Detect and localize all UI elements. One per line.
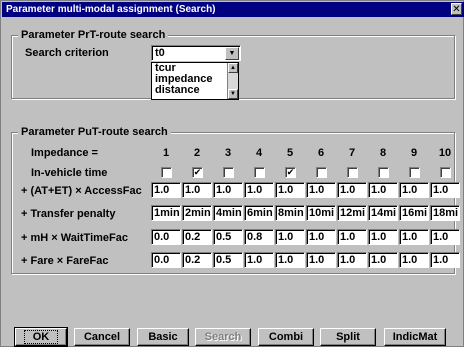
combi-button[interactable]: Combi [258, 328, 314, 346]
parameter-input-cell[interactable]: 1.0 [399, 182, 429, 198]
dialog-window: Parameter multi-modal assignment (Search… [0, 0, 464, 347]
dropdown-scrollbar[interactable]: ▲ ▼ [227, 63, 238, 99]
parameter-input-cell[interactable]: 1.0 [275, 182, 305, 198]
column-number: 2 [193, 147, 201, 159]
parameter-input-cell[interactable]: 1.0 [399, 252, 429, 268]
parameter-input-cell[interactable]: 1.0 [430, 252, 460, 268]
impedance-label: Impedance = [31, 147, 98, 159]
parameter-input-cell[interactable]: 0.8 [244, 229, 274, 245]
cancel-button[interactable]: Cancel [74, 328, 130, 346]
parameter-input-cell[interactable]: 0.0 [151, 252, 181, 268]
parameter-input-cell[interactable]: 1.0 [244, 252, 274, 268]
column-number: 5 [286, 147, 294, 159]
column-number: 1 [162, 147, 170, 159]
parameter-input-cell[interactable]: 1.0 [430, 182, 460, 198]
invehicle-time-checkbox[interactable] [161, 167, 172, 178]
parameter-input-cell[interactable]: 1.0 [368, 229, 398, 245]
prt-group-label: Parameter PrT-route search [18, 28, 169, 42]
parameter-input-cell[interactable]: 1.0 [213, 182, 243, 198]
parameter-input-cell[interactable]: 0.5 [213, 252, 243, 268]
parameter-input-cell[interactable]: 12mi [337, 205, 367, 221]
parameter-input-cell[interactable]: 0.0 [151, 229, 181, 245]
column-number: 9 [410, 147, 418, 159]
parameter-input-cell[interactable]: 0.5 [213, 229, 243, 245]
column-number: 3 [224, 147, 232, 159]
parameter-input-cell[interactable]: 1.0 [244, 182, 274, 198]
parameter-input-cell[interactable]: 1min [151, 205, 181, 221]
invehicle-time-checkbox[interactable] [378, 167, 389, 178]
parameter-row-label: + Transfer penalty [21, 208, 116, 220]
arrow-down-icon[interactable]: ▼ [228, 89, 238, 99]
parameter-input-cell[interactable]: 0.2 [182, 252, 212, 268]
invehicle-time-label: In-vehicle time [31, 167, 108, 179]
split-button[interactable]: Split [320, 328, 376, 346]
invehicle-time-checkbox[interactable] [223, 167, 234, 178]
parameter-input-cell[interactable]: 1.0 [306, 252, 336, 268]
chevron-down-icon[interactable]: ▼ [225, 47, 239, 60]
invehicle-time-checkbox[interactable]: ✔ [285, 167, 296, 178]
column-number: 8 [379, 147, 387, 159]
parameter-row-label: + (AT+ET) × AccessFac [21, 185, 142, 197]
column-number: 7 [348, 147, 356, 159]
parameter-row-label: + mH × WaitTimeFac [21, 232, 128, 244]
search-criterion-label: Search criterion [25, 47, 109, 59]
put-group-label: Parameter PuT-route search [18, 125, 171, 139]
column-number: 4 [255, 147, 263, 159]
parameter-input-cell[interactable]: 1.0 [275, 252, 305, 268]
column-number: 10 [438, 147, 452, 159]
parameter-input-cell[interactable]: 1.0 [399, 229, 429, 245]
parameter-input-cell[interactable]: 1.0 [306, 182, 336, 198]
parameter-input-cell[interactable]: 1.0 [368, 182, 398, 198]
parameter-input-cell[interactable]: 10mi [306, 205, 336, 221]
parameter-row-label: + Fare × FareFac [21, 255, 109, 267]
parameter-input-cell[interactable]: 1.0 [275, 229, 305, 245]
parameter-input-cell[interactable]: 1.0 [337, 182, 367, 198]
parameter-input-cell[interactable]: 1.0 [430, 229, 460, 245]
ok-button-label: OK [23, 330, 59, 344]
option-distance[interactable]: distance [152, 85, 238, 96]
invehicle-time-checkbox[interactable] [254, 167, 265, 178]
parameter-input-cell[interactable]: 1.0 [151, 182, 181, 198]
close-icon[interactable]: ✕ [451, 3, 462, 15]
basic-button[interactable]: Basic [137, 328, 189, 346]
invehicle-time-checkbox[interactable] [440, 167, 451, 178]
search-criterion-select[interactable]: t0 ▼ [151, 45, 241, 61]
search-button[interactable]: Search [195, 328, 251, 346]
arrow-up-icon[interactable]: ▲ [228, 63, 238, 73]
indicmat-button[interactable]: IndicMat [384, 328, 446, 346]
parameter-input-cell[interactable]: 4min [213, 205, 243, 221]
parameter-input-cell[interactable]: 1.0 [182, 182, 212, 198]
invehicle-time-checkbox[interactable] [347, 167, 358, 178]
parameter-input-cell[interactable]: 1.0 [337, 229, 367, 245]
parameter-input-cell[interactable]: 2min [182, 205, 212, 221]
parameter-input-cell[interactable]: 1.0 [306, 229, 336, 245]
window-title: Parameter multi-modal assignment (Search… [6, 4, 216, 15]
search-criterion-value: t0 [155, 47, 165, 59]
parameter-input-cell[interactable]: 14mi [368, 205, 398, 221]
title-bar: Parameter multi-modal assignment (Search… [2, 2, 464, 17]
parameter-input-cell[interactable]: 1.0 [337, 252, 367, 268]
invehicle-time-checkbox[interactable] [409, 167, 420, 178]
invehicle-time-checkbox[interactable] [316, 167, 327, 178]
column-number: 6 [317, 147, 325, 159]
parameter-input-cell[interactable]: 8min [275, 205, 305, 221]
search-criterion-dropdown-list[interactable]: tcur impedance distance ▲ ▼ [151, 62, 239, 100]
parameter-input-cell[interactable]: 6min [244, 205, 274, 221]
parameter-input-cell[interactable]: 16mi [399, 205, 429, 221]
parameter-input-cell[interactable]: 1.0 [368, 252, 398, 268]
ok-button[interactable]: OK [14, 327, 68, 347]
invehicle-time-checkbox[interactable]: ✔ [192, 167, 203, 178]
parameter-input-cell[interactable]: 0.2 [182, 229, 212, 245]
parameter-input-cell[interactable]: 18mi [430, 205, 460, 221]
